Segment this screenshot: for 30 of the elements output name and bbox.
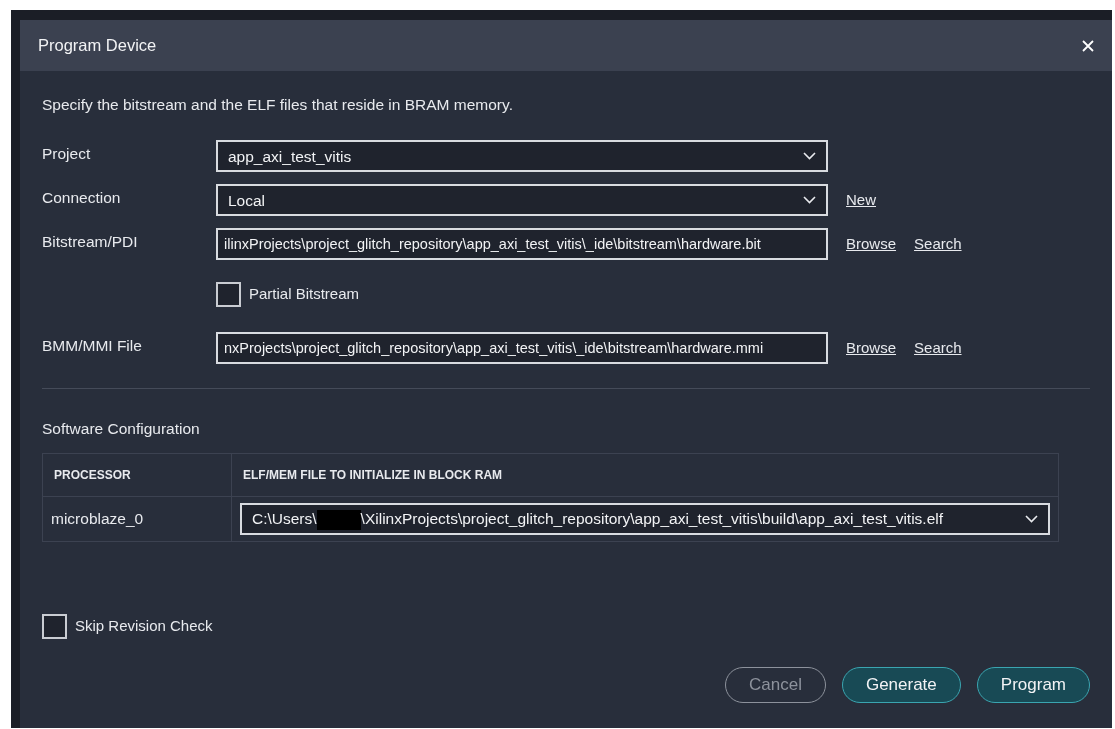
link[interactable]: Browse [846, 233, 897, 256]
dropdown[interactable]: app_axi_test_vitis [216, 140, 828, 173]
close-icon[interactable] [1082, 39, 1094, 52]
window-title: Program Device [38, 35, 157, 57]
column-header: ELF/MEM FILE TO INITIALIZE IN BLOCK RAM [231, 453, 1059, 496]
link[interactable]: Search [914, 233, 962, 256]
column-header: PROCESSOR [42, 453, 232, 496]
field-label: BMM/MMI File [42, 336, 143, 357]
link[interactable]: Browse [846, 337, 897, 360]
dropdown[interactable]: Local [216, 184, 828, 217]
table-cell: microblaze_0 [42, 496, 232, 541]
dialog-button[interactable]: Program [976, 666, 1090, 703]
dropdown[interactable]: C:\Users\ \XilinxProjects\project_glitch_repository\app_axi_test_vitis\build\app_axi_test_vitis.elf [240, 502, 1050, 535]
instruction-text: Specify the bitstream and the ELF files that reside in BRAM memory. [42, 95, 514, 115]
field-label: Project [42, 144, 92, 165]
chevron-down-icon [1025, 514, 1038, 523]
chevron-down-icon [803, 152, 816, 161]
link[interactable]: New [846, 189, 876, 212]
input-field[interactable]: ilinxProjects\project_glitch_repository\app_axi_test_vitis\_ide\bitstream\hardware.bit [216, 228, 828, 261]
field-label: Bitstream/PDI [42, 232, 139, 253]
checkbox-label: Skip Revision Check [75, 615, 213, 636]
chevron-down-icon [803, 196, 816, 205]
input-field[interactable]: nxProjects\project_glitch_repository\app_axi_test_vitis\_ide\bitstream\hardware.mmi [216, 332, 828, 365]
checkbox[interactable] [42, 613, 67, 639]
section-title: Software Configuration [42, 419, 201, 440]
checkbox[interactable] [216, 281, 241, 307]
checkbox-label: Partial Bitstream [249, 284, 360, 304]
field-label: Connection [42, 188, 122, 209]
dialog-button[interactable]: Generate [841, 666, 961, 703]
link[interactable]: Search [914, 337, 962, 360]
